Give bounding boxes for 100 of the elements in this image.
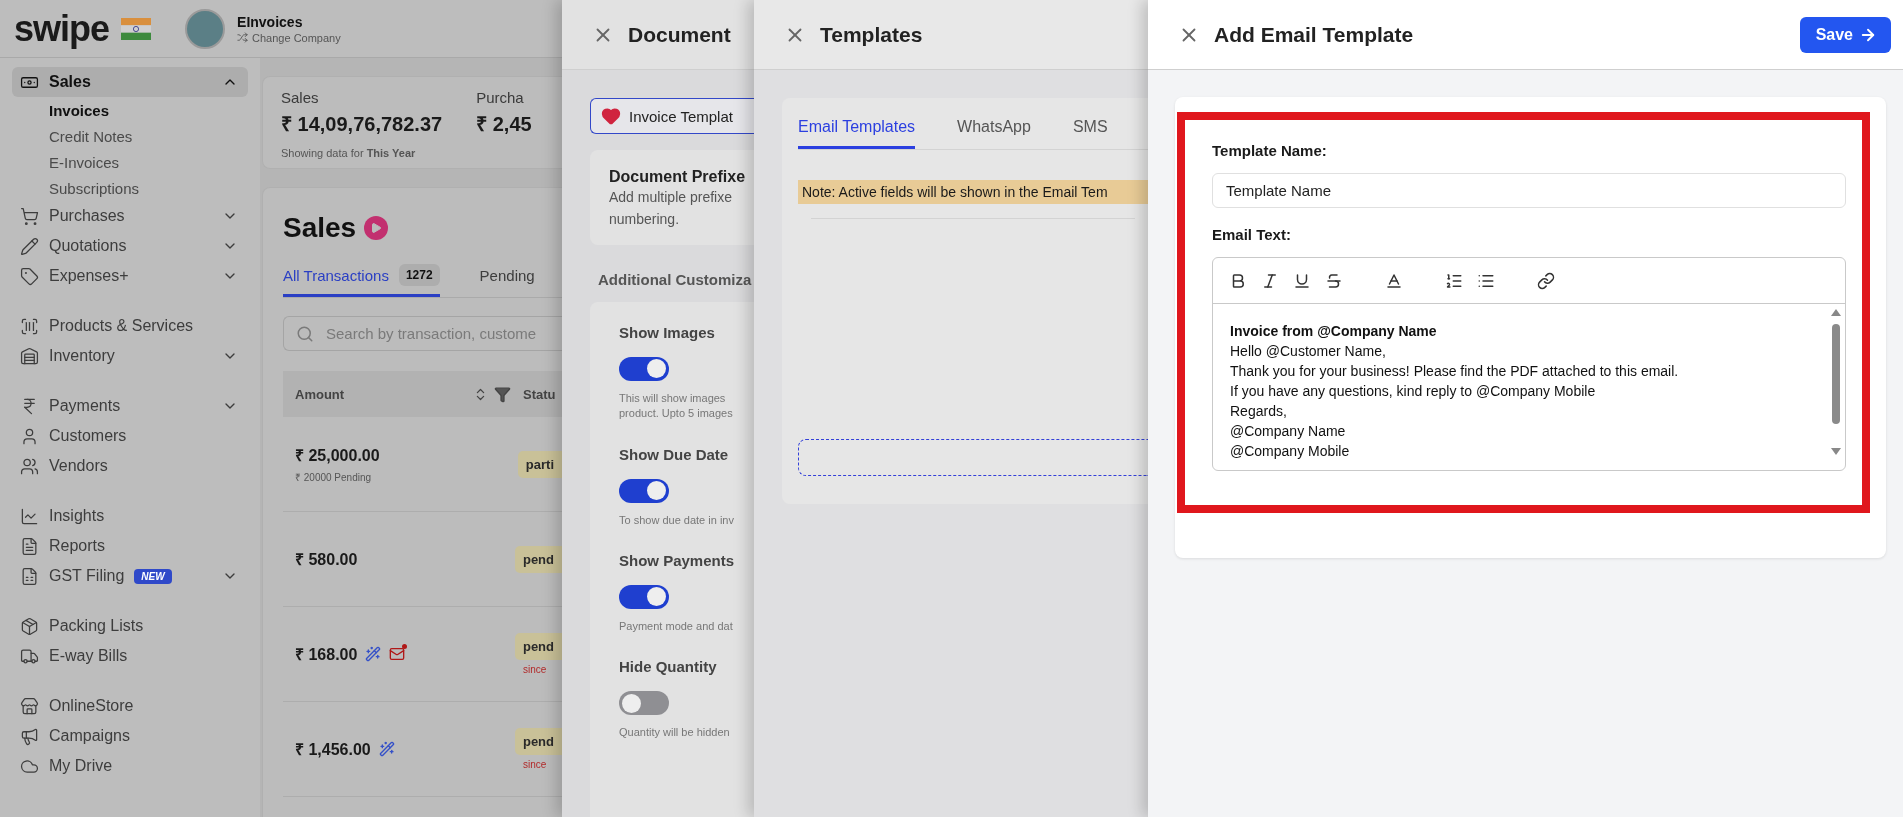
table-row[interactable]: ₹ 1,456.00 pend since (283, 702, 562, 797)
toggle-switch[interactable] (619, 478, 669, 503)
avatar-placeholder (185, 8, 226, 49)
shuffle-icon (237, 32, 249, 43)
template-name-field[interactable]: Template Name (1212, 173, 1846, 208)
invoice-templates-button[interactable]: Invoice Templat (590, 98, 754, 134)
page-title: Sales (283, 212, 357, 244)
count-badge: 1272 (398, 264, 440, 286)
sidebar-item[interactable]: Insights (12, 501, 248, 531)
india-flag-icon (121, 17, 152, 40)
nav-icon (20, 426, 39, 446)
summary-label: Sales (281, 89, 320, 106)
italic-icon[interactable] (1261, 271, 1279, 290)
text-color-icon[interactable] (1385, 271, 1403, 290)
sidebar-subitem[interactable]: Invoices (12, 97, 248, 123)
tab[interactable]: SMS (1072, 118, 1108, 149)
nav-icon (20, 346, 39, 366)
tab[interactable]: Email Templates (798, 118, 916, 149)
email-line: Hello @Customer Name, (1230, 342, 1387, 361)
save-button[interactable]: Save (1799, 16, 1891, 53)
table-row[interactable]: ₹ 168.00 pend since (283, 607, 562, 702)
toggle-switch[interactable] (619, 584, 669, 609)
heart-icon (601, 106, 621, 126)
email-line: @Company Mobile (1230, 442, 1351, 461)
underline-icon[interactable] (1293, 271, 1311, 290)
strikethrough-icon[interactable] (1325, 271, 1343, 290)
summary-value: ₹ 14,09,76,782.37 (281, 112, 443, 137)
numbered-list-icon[interactable] (1445, 271, 1463, 290)
tab[interactable]: WhatsApp (957, 118, 1031, 149)
amount-text: ₹ 1,456.00 (295, 740, 371, 760)
drawer-title: Templates (820, 22, 923, 47)
amount-text: ₹ 25,000.00 (295, 446, 380, 466)
card-text: Add multiple prefixe (609, 188, 733, 207)
sidebar-item[interactable]: OnlineStore (12, 691, 248, 721)
since-text: since (521, 664, 548, 675)
option-description: Quantity will be hidden (619, 725, 731, 741)
status-badge: pend (514, 728, 562, 755)
sidebar-item[interactable]: Customers (12, 421, 248, 451)
link-icon[interactable] (1537, 271, 1555, 290)
nav-icon (20, 566, 39, 586)
play-icon[interactable] (364, 216, 389, 240)
drawer-title: Add Email Template (1214, 22, 1414, 47)
status-badge: pend (514, 545, 562, 573)
email-line: Thank you for your business! Please find the PDF attached to this email. (1230, 362, 1680, 381)
sidebar-item[interactable]: Sales (12, 67, 248, 97)
sidebar-item[interactable]: E-way Bills (12, 641, 248, 671)
nav-icon (20, 236, 39, 256)
sidebar-item[interactable]: My Drive (12, 751, 248, 781)
card-text: numbering. (609, 210, 681, 230)
sidebar-item[interactable]: Packing Lists (12, 611, 248, 641)
sidebar-item[interactable]: Products & Services (12, 311, 248, 341)
tab[interactable]: All Transactions 1272 (283, 264, 440, 297)
nav-icon (20, 726, 39, 746)
sidebar-subitem[interactable]: E-Invoices (12, 149, 248, 175)
nav-icon (20, 696, 39, 716)
nav-icon (20, 506, 39, 526)
toggle-switch[interactable] (619, 691, 669, 716)
option-description: To show due date in inv (619, 512, 735, 528)
tab[interactable]: Pending (479, 264, 535, 297)
nav-icon (20, 456, 39, 476)
option-label: Hide Quantity (619, 658, 718, 676)
column-header: Statu (523, 386, 556, 402)
since-text: since (521, 759, 548, 770)
field-label: Email Text: (1212, 226, 1292, 243)
toggle-switch[interactable] (619, 356, 669, 381)
nav-icon (20, 616, 39, 636)
sidebar-subitem[interactable]: Subscriptions (12, 175, 248, 201)
sidebar-item[interactable]: Reports (12, 531, 248, 561)
status-badge: pend (514, 633, 562, 660)
table-row[interactable]: ₹ 25,000.00 ₹ 20000 Pending parti (283, 417, 562, 512)
company-name: EInvoices (237, 13, 304, 30)
nav-icon (20, 266, 39, 286)
change-company-link[interactable]: Change Company (237, 31, 341, 44)
email-line: @Company Name (1230, 422, 1347, 441)
sidebar-item[interactable]: Purchases (12, 201, 248, 231)
filter-icon[interactable] (494, 385, 511, 403)
column-header: Amount (295, 386, 346, 402)
pending-amount: ₹ 20000 Pending (295, 471, 373, 484)
sidebar-item[interactable]: Inventory (12, 341, 248, 371)
sidebar-item[interactable]: Expenses+ (12, 261, 248, 291)
sidebar-item[interactable]: Payments (12, 391, 248, 421)
new-badge: NEW (134, 568, 172, 584)
drawer-title: Document (628, 22, 731, 47)
amount-text: ₹ 168.00 (295, 645, 358, 665)
field-label: Template Name: (1212, 142, 1328, 159)
email-text-editor[interactable] (1212, 257, 1846, 471)
sidebar-item[interactable]: Quotations (12, 231, 248, 261)
amount-text: ₹ 580.00 (295, 550, 358, 570)
table-row[interactable]: ₹ 580.00 pend (283, 512, 562, 607)
sidebar-item[interactable]: GST Filing NEW (12, 561, 248, 591)
card-title: Document Prefixe (609, 168, 747, 186)
section-title: Additional Customiza (598, 270, 753, 288)
summary-label: Purcha (476, 89, 525, 106)
email-line: If you have any questions, kind reply to @Company Mobile (1230, 382, 1597, 401)
summary-note: Showing data for This Year (281, 147, 417, 159)
logo: swipe (14, 10, 110, 47)
sidebar-item[interactable]: Vendors (12, 451, 248, 481)
sidebar-subitem[interactable]: Credit Notes (12, 123, 248, 149)
option-label: Show Payments (619, 551, 736, 569)
sidebar-item[interactable]: Campaigns (12, 721, 248, 751)
